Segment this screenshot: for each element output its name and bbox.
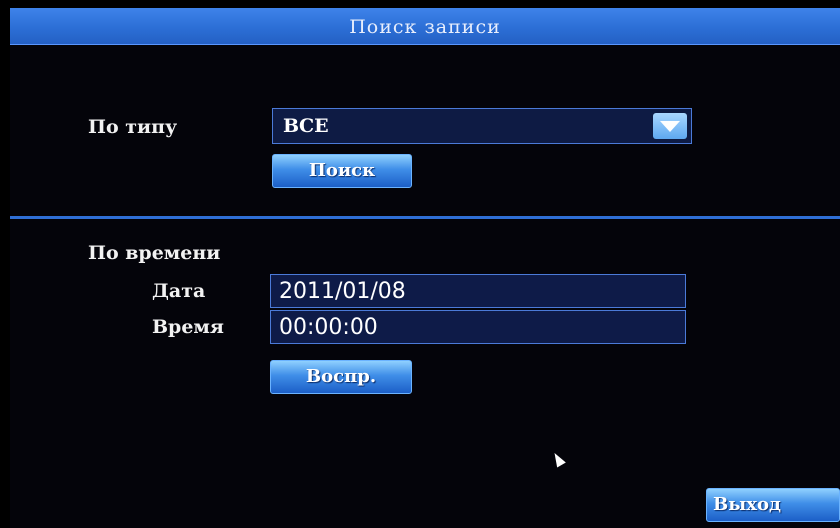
chevron-down-icon[interactable] (653, 113, 687, 139)
play-button[interactable]: Воспр. (270, 360, 412, 394)
section-divider (10, 216, 840, 219)
record-type-value: ВСЕ (283, 115, 329, 137)
date-field[interactable]: 2011/01/08 (270, 274, 686, 308)
type-search-label: По типу (88, 116, 178, 138)
date-label: Дата (152, 280, 206, 302)
time-field[interactable]: 00:00:00 (270, 310, 686, 344)
record-search-screen: Поиск записи По типу ВСЕ Поиск По времен… (10, 8, 840, 528)
time-search-label: По времени (88, 242, 221, 264)
search-button[interactable]: Поиск (272, 154, 412, 188)
record-type-dropdown[interactable]: ВСЕ (272, 108, 692, 144)
title-bar: Поиск записи (10, 8, 840, 45)
time-value: 00:00:00 (279, 315, 378, 340)
date-value: 2011/01/08 (279, 279, 406, 304)
mouse-pointer-icon (550, 450, 566, 468)
exit-button[interactable]: Выход (706, 488, 840, 522)
window-title: Поиск записи (349, 16, 501, 38)
time-label: Время (152, 316, 224, 338)
